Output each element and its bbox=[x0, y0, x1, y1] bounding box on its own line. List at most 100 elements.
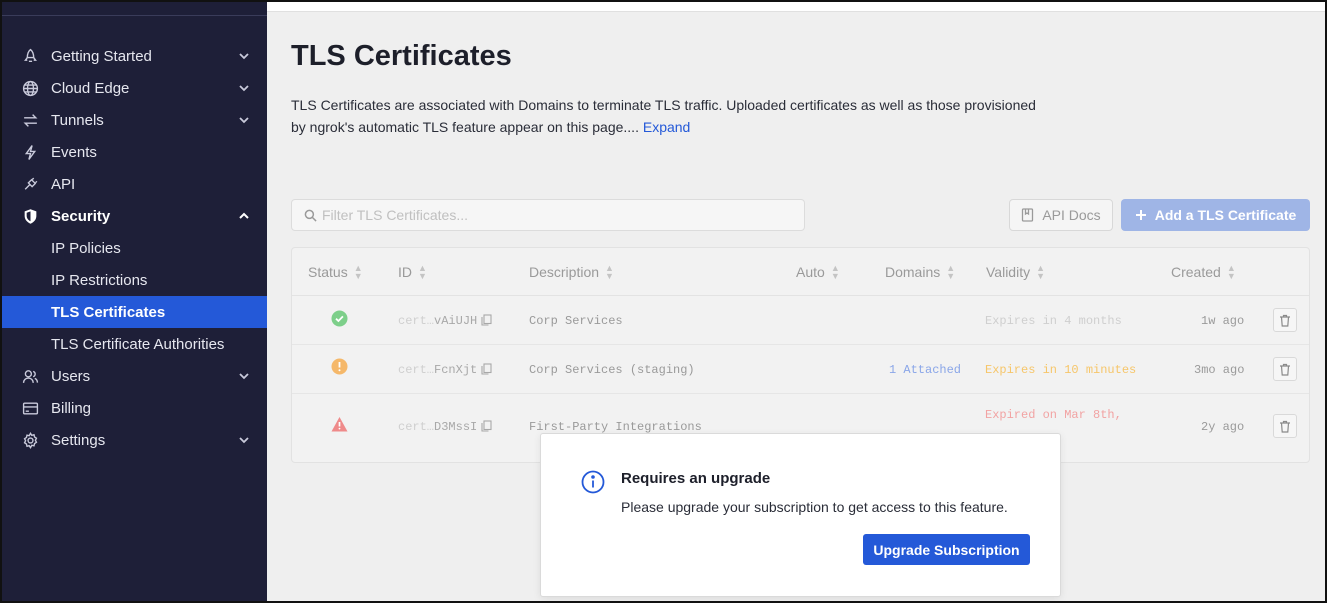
upgrade-modal: Requires an upgrade Please upgrade your … bbox=[540, 433, 1061, 597]
upgrade-subscription-button[interactable]: Upgrade Subscription bbox=[863, 534, 1030, 565]
validity-cell: Expired on Mar 8th, bbox=[985, 408, 1122, 422]
sidebar-item-label: Tunnels bbox=[51, 111, 104, 129]
add-button-label: Add a TLS Certificate bbox=[1154, 207, 1297, 223]
validity-cell: Expires in 10 minutes bbox=[985, 363, 1137, 377]
search-input[interactable] bbox=[322, 207, 782, 223]
column-header-auto[interactable]: Auto ▲ ▼ bbox=[796, 264, 840, 281]
plug-icon bbox=[22, 176, 39, 193]
sidebar-item-billing[interactable]: Billing bbox=[0, 392, 267, 424]
description-cell: Corp Services bbox=[529, 314, 623, 328]
sidebar-item-label: Users bbox=[51, 367, 91, 385]
modal-title: Requires an upgrade bbox=[621, 470, 771, 487]
header-label: Auto bbox=[796, 264, 825, 280]
sidebar-item-api[interactable]: API bbox=[0, 168, 267, 200]
table-row[interactable]: cert…vAiUJH Corp Services Expires in 4 m… bbox=[292, 296, 1309, 345]
sidebar-item-label: Security bbox=[51, 207, 111, 225]
sidebar-item-label: Settings bbox=[51, 431, 106, 449]
sidebar-item-security[interactable]: Security bbox=[0, 200, 267, 232]
arrows-icon bbox=[22, 112, 39, 129]
header-label: Domains bbox=[885, 264, 941, 280]
sort-icon: ▲ ▼ bbox=[1226, 263, 1236, 281]
column-header-domains[interactable]: Domains ▲ ▼ bbox=[885, 264, 955, 281]
sort-icon: ▲ ▼ bbox=[605, 263, 614, 281]
sidebar-item-label: TLS Certificate Authorities bbox=[51, 335, 225, 353]
copy-icon[interactable] bbox=[481, 420, 492, 432]
table-row[interactable]: cert…FcnXjt Corp Services (staging) 1 At… bbox=[292, 345, 1309, 394]
chevron-down-icon bbox=[239, 437, 249, 444]
header-label: Status bbox=[308, 264, 348, 280]
table-header: Status ▲ ▼ ID ▲ ▼ Description ▲ ▼ Auto ▲ ▼ Domai… bbox=[292, 248, 1309, 296]
trash-icon bbox=[1280, 314, 1290, 327]
globe-icon bbox=[22, 80, 39, 97]
sidebar-item-settings[interactable]: Settings bbox=[0, 424, 267, 456]
chevron-up-icon bbox=[239, 212, 249, 219]
top-bar bbox=[267, 0, 1327, 12]
sidebar-item-cloud-edge[interactable]: Cloud Edge bbox=[0, 72, 267, 104]
chevron-down-icon bbox=[239, 85, 249, 92]
certificate-id[interactable]: cert…D3MssI bbox=[398, 420, 492, 434]
sidebar-item-label: IP Restrictions bbox=[51, 271, 148, 289]
divider bbox=[0, 15, 267, 16]
sidebar-item-ip-restrictions[interactable]: IP Restrictions bbox=[0, 264, 267, 296]
trash-icon bbox=[1280, 420, 1290, 433]
description-cell: First-Party Integrations bbox=[529, 420, 702, 434]
chevron-down-icon bbox=[239, 53, 249, 60]
copy-icon[interactable] bbox=[481, 314, 492, 326]
api-docs-button[interactable]: API Docs bbox=[1009, 199, 1113, 231]
delete-button[interactable] bbox=[1273, 414, 1297, 438]
page-description: TLS Certificates are associated with Dom… bbox=[291, 94, 1051, 138]
sidebar-item-label: API bbox=[51, 175, 76, 193]
search-box[interactable] bbox=[291, 199, 805, 231]
status-error-icon bbox=[331, 417, 348, 432]
sort-icon: ▲ ▼ bbox=[418, 263, 427, 281]
created-cell: 2y ago bbox=[1201, 420, 1245, 434]
sidebar-item-getting-started[interactable]: Getting Started bbox=[0, 40, 267, 72]
column-header-status[interactable]: Status ▲ ▼ bbox=[308, 263, 363, 281]
sidebar-item-users[interactable]: Users bbox=[0, 360, 267, 392]
rocket-icon bbox=[22, 48, 39, 65]
validity-cell: Expires in 4 months bbox=[985, 314, 1122, 328]
sidebar-item-label: Events bbox=[51, 143, 97, 161]
column-header-description[interactable]: Description ▲ ▼ bbox=[529, 263, 614, 281]
column-header-id[interactable]: ID ▲ ▼ bbox=[398, 263, 427, 281]
id-tail: FcnXjt bbox=[434, 363, 478, 377]
info-icon bbox=[581, 470, 605, 494]
certificate-id[interactable]: cert…FcnXjt bbox=[398, 363, 492, 377]
plus-icon bbox=[1135, 210, 1146, 220]
header-label: Description bbox=[529, 264, 600, 280]
header-label: Created bbox=[1171, 264, 1221, 280]
expand-link[interactable]: Expand bbox=[643, 119, 690, 135]
sidebar-nav: Getting Started Cloud Edge Tunnels Event… bbox=[0, 40, 267, 456]
sidebar-item-label: Getting Started bbox=[51, 47, 152, 65]
copy-icon[interactable] bbox=[481, 363, 492, 375]
gear-icon bbox=[22, 432, 39, 449]
lightning-icon bbox=[22, 144, 39, 161]
column-header-created[interactable]: Created ▲ ▼ bbox=[1171, 263, 1236, 281]
sidebar-item-tls-certificate-authorities[interactable]: TLS Certificate Authorities bbox=[0, 328, 267, 360]
add-tls-certificate-button[interactable]: Add a TLS Certificate bbox=[1121, 199, 1310, 231]
delete-button[interactable] bbox=[1273, 357, 1297, 381]
sidebar-item-label: TLS Certificates bbox=[51, 303, 166, 321]
card-icon bbox=[22, 400, 39, 417]
sidebar-item-ip-policies[interactable]: IP Policies bbox=[0, 232, 267, 264]
domains-link[interactable]: 1 Attached bbox=[889, 363, 961, 377]
trash-icon bbox=[1280, 363, 1290, 376]
sort-icon: ▲ ▼ bbox=[353, 263, 363, 281]
sidebar-item-events[interactable]: Events bbox=[0, 136, 267, 168]
delete-button[interactable] bbox=[1273, 308, 1297, 332]
modal-text: Please upgrade your subscription to get … bbox=[621, 499, 1008, 515]
search-icon bbox=[304, 209, 317, 222]
column-header-validity[interactable]: Validity ▲ ▼ bbox=[986, 264, 1045, 281]
created-cell: 1w ago bbox=[1201, 314, 1245, 328]
id-tail: D3MssI bbox=[434, 420, 478, 434]
chevron-down-icon bbox=[239, 117, 249, 124]
status-ok-icon bbox=[331, 310, 348, 327]
sidebar-item-label: IP Policies bbox=[51, 239, 121, 257]
certificate-id[interactable]: cert…vAiUJH bbox=[398, 314, 492, 328]
sidebar-item-tls-certificates[interactable]: TLS Certificates bbox=[0, 296, 267, 328]
book-icon bbox=[1022, 208, 1034, 222]
sidebar: Getting Started Cloud Edge Tunnels Event… bbox=[0, 0, 267, 603]
id-prefix: cert… bbox=[398, 420, 435, 434]
sidebar-item-tunnels[interactable]: Tunnels bbox=[0, 104, 267, 136]
id-tail: vAiUJH bbox=[434, 314, 478, 328]
